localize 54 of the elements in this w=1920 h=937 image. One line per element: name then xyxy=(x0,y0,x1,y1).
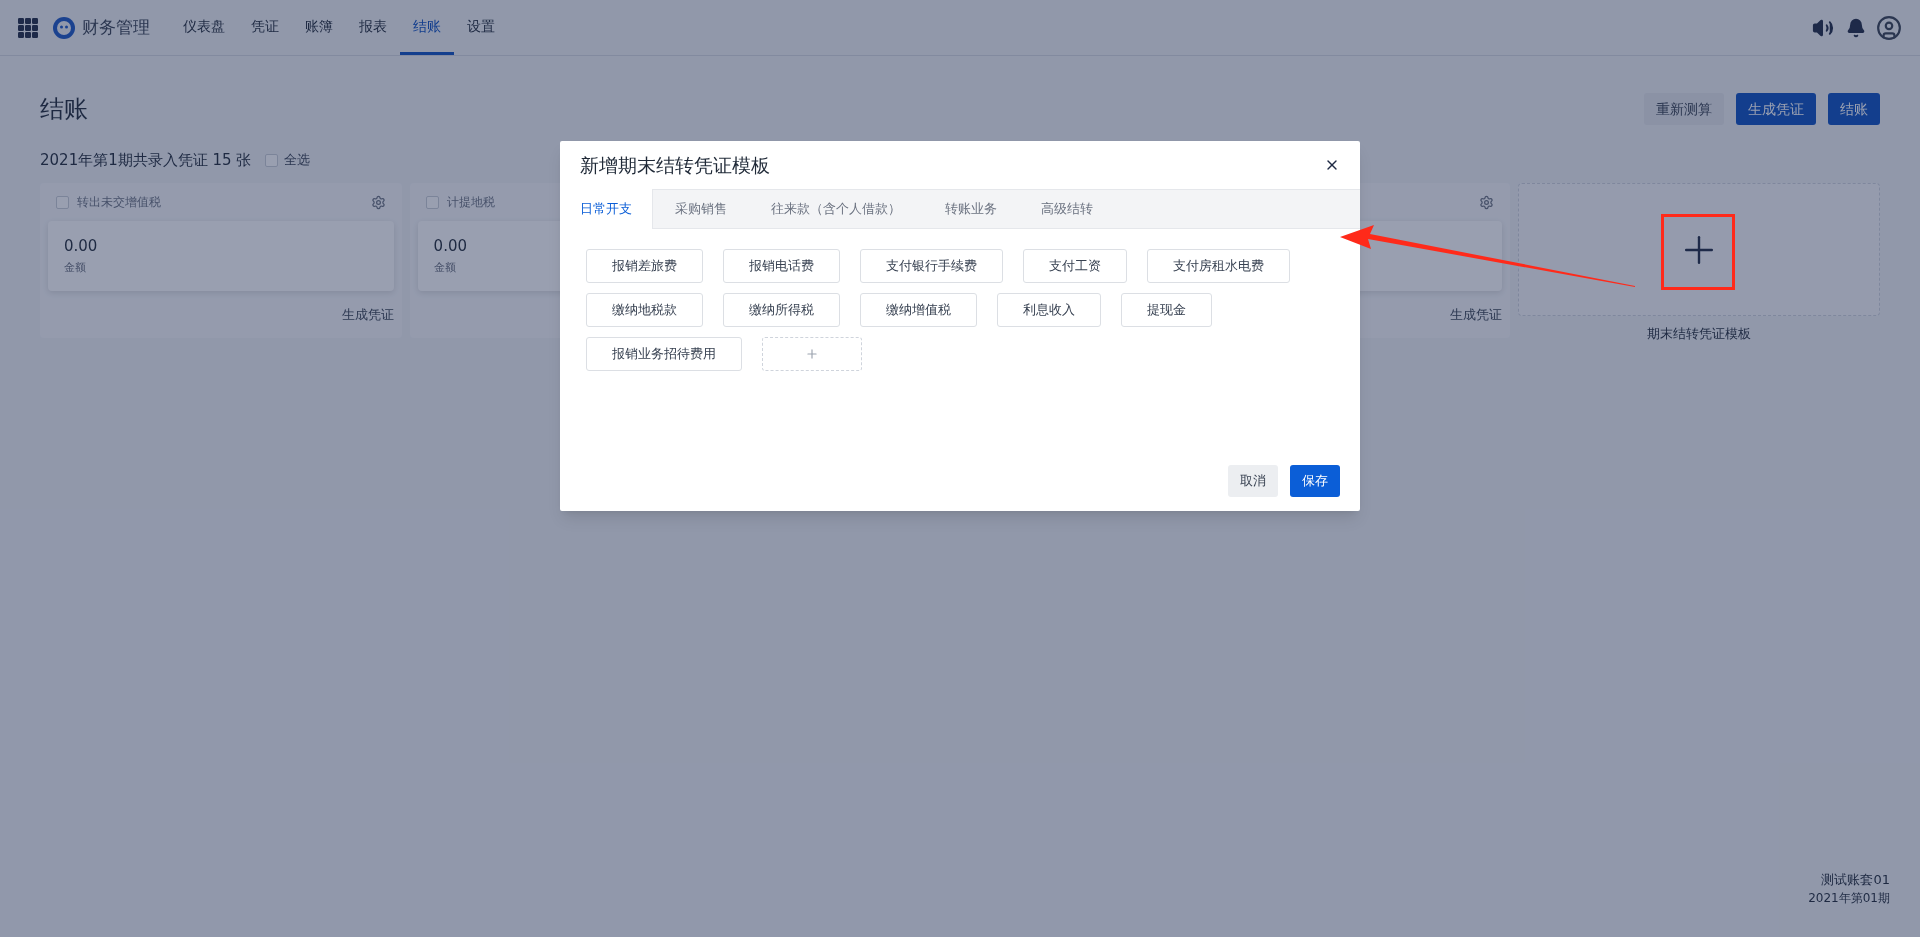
select-all-label[interactable]: 全选 xyxy=(284,150,311,170)
category-tab[interactable]: 日常开支 xyxy=(560,189,653,229)
amount-label: 金额 xyxy=(433,259,456,276)
nav-tab[interactable]: 仪表盘 xyxy=(170,0,238,55)
nav-tab[interactable]: 结账 xyxy=(400,0,454,55)
dialog-button[interactable]: 取消 xyxy=(1228,465,1278,497)
checkbox[interactable] xyxy=(425,195,439,209)
add-template-label: 期末结转凭证模板 xyxy=(1647,325,1752,343)
template-button[interactable]: 支付房租水电费 xyxy=(1147,249,1290,283)
category-tab[interactable]: 高级结转 xyxy=(1019,189,1115,229)
generate-voucher-link[interactable]: 生成凭证 xyxy=(1450,304,1503,325)
page-title: 结账 xyxy=(40,94,88,125)
bell-icon[interactable] xyxy=(1846,17,1866,38)
settings-icon[interactable] xyxy=(1479,194,1495,210)
nav-tab[interactable]: 设置 xyxy=(454,0,508,55)
template-button[interactable]: 报销业务招待费用 xyxy=(586,337,742,371)
settings-icon[interactable] xyxy=(370,194,386,210)
add-template-button[interactable] xyxy=(762,337,862,371)
action-button[interactable]: 结账 xyxy=(1828,93,1880,125)
action-button[interactable]: 生成凭证 xyxy=(1736,93,1816,125)
logo-icon xyxy=(52,15,76,40)
amount-value: 0.00 xyxy=(64,236,98,257)
template-button[interactable]: 缴纳增值税 xyxy=(860,293,977,327)
category-tab[interactable]: 往来款（含个人借款） xyxy=(749,189,923,229)
template-button[interactable]: 报销电话费 xyxy=(723,249,840,283)
generate-voucher-link[interactable]: 生成凭证 xyxy=(341,304,394,325)
nav-tab[interactable]: 凭证 xyxy=(238,0,292,55)
action-button[interactable]: 重新测算 xyxy=(1644,93,1724,125)
app-title: 财务管理 xyxy=(82,15,150,39)
template-button[interactable]: 报销差旅费 xyxy=(586,249,703,283)
template-button[interactable]: 支付工资 xyxy=(1023,249,1127,283)
checkbox[interactable] xyxy=(56,195,69,209)
category-tab[interactable]: 转账业务 xyxy=(923,189,1019,229)
dialog-title: 新增期末结转凭证模板 xyxy=(580,152,770,178)
nav-tab[interactable]: 报表 xyxy=(346,0,400,55)
period-summary: 2021年第1期共录入凭证 15 张 xyxy=(40,149,252,171)
template-button[interactable]: 利息收入 xyxy=(997,293,1101,327)
account-name: 测试账套01 xyxy=(1821,870,1890,889)
card-title: 转出未交增值税 xyxy=(77,194,161,211)
checkbox[interactable] xyxy=(265,153,279,167)
amount-label: 金额 xyxy=(64,259,86,276)
dialog-button[interactable]: 保存 xyxy=(1290,465,1340,497)
category-tab[interactable]: 采购销售 xyxy=(653,189,749,229)
card-title: 计提地税 xyxy=(446,194,495,211)
amount-value: 0.00 xyxy=(433,236,467,257)
apps-grid-icon[interactable] xyxy=(18,17,38,38)
plus-icon xyxy=(805,347,819,361)
template-button[interactable]: 缴纳地税款 xyxy=(586,293,703,327)
template-button[interactable]: 提现金 xyxy=(1121,293,1212,327)
template-button[interactable]: 缴纳所得税 xyxy=(723,293,840,327)
account-period: 2021年第01期 xyxy=(1808,890,1890,907)
nav-tab[interactable]: 账簿 xyxy=(292,0,346,55)
template-button[interactable]: 支付银行手续费 xyxy=(860,249,1003,283)
user-avatar-icon[interactable] xyxy=(1876,14,1902,41)
